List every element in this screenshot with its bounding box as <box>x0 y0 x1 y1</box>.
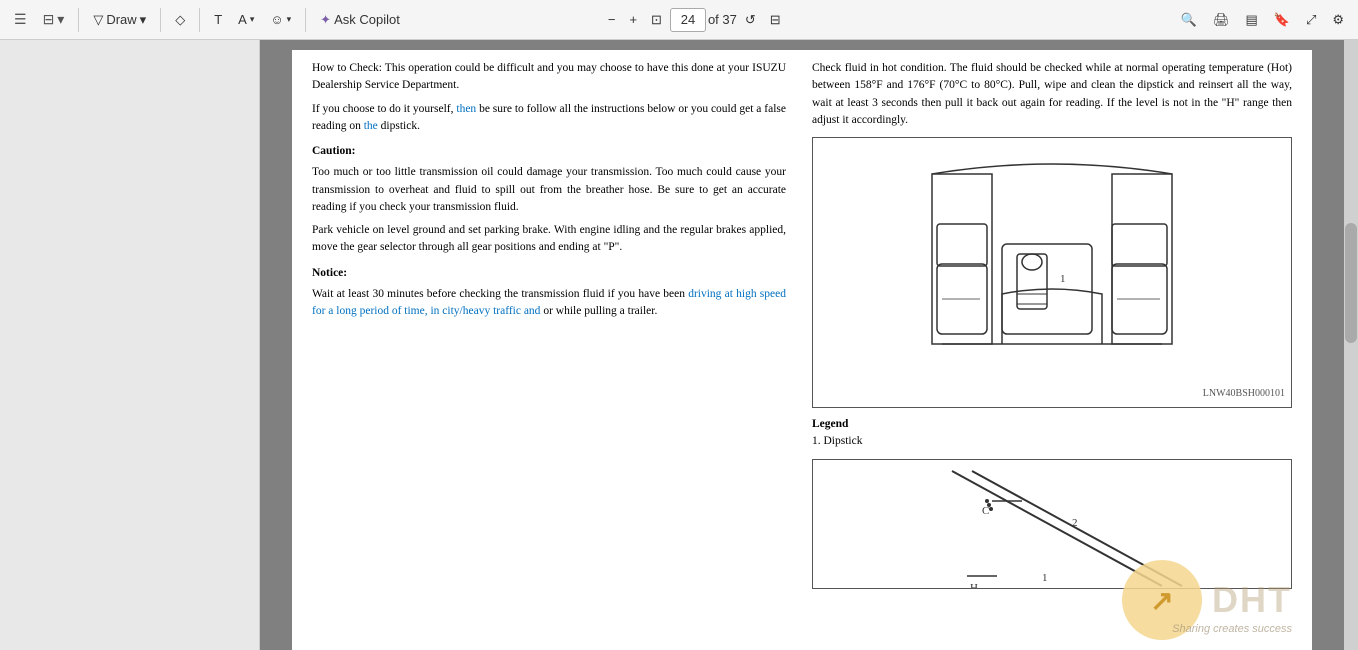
how-to-check-para: How to Check: This operation could be di… <box>312 60 786 95</box>
emoji-chevron-icon: ▾ <box>287 14 292 25</box>
watermark-dht-text: DHT <box>1212 579 1292 620</box>
menu-button[interactable]: ☰ <box>8 6 33 34</box>
page-total-label: of 37 <box>708 12 737 27</box>
layout-button[interactable]: ▤ <box>1239 6 1263 34</box>
notice-text: Wait at least 30 minutes before checking… <box>312 286 786 321</box>
zoom-minus-button[interactable]: − <box>602 6 622 34</box>
legend-section: Legend 1. Dipstick <box>812 416 1292 451</box>
zoom-minus-icon: − <box>608 12 616 27</box>
fit-page-button[interactable]: ⊡ <box>645 6 668 34</box>
settings-button[interactable]: ⚙ <box>1326 6 1350 34</box>
eraser-button[interactable]: ◇ <box>169 6 191 34</box>
figure-1-label: LNW40BSH000101 <box>819 386 1285 401</box>
pdf-viewer[interactable]: How to Check: This operation could be di… <box>260 40 1344 650</box>
chevron-down-icon: ▾ <box>57 11 64 28</box>
bookmark-icon: ⊟ <box>43 11 55 28</box>
check-fluid-para: Check fluid in hot condition. The fluid … <box>812 60 1292 129</box>
divider3 <box>199 8 200 32</box>
watermark: ↗ DHT Sharing creates success <box>1122 560 1292 640</box>
settings-icon: ⚙ <box>1332 12 1344 28</box>
emoji-icon: ☺ <box>270 12 283 27</box>
divider4 <box>305 8 306 32</box>
print-button[interactable]: 🖨 <box>1207 6 1236 34</box>
search-icon: 🔍 <box>1181 12 1197 28</box>
rotate-button[interactable]: ↺ <box>739 6 762 34</box>
rotate-icon: ↺ <box>745 12 756 28</box>
font-chevron-icon: ▾ <box>250 14 255 25</box>
divider2 <box>160 8 161 32</box>
watermark-slogan: Sharing creates success <box>1172 623 1292 635</box>
sidebar-left <box>0 40 260 650</box>
notice-title: Notice: <box>312 265 786 282</box>
notice-blue1: driving at high speed for a long period … <box>312 288 786 317</box>
copilot-button[interactable]: ✦ Ask Copilot <box>314 6 406 34</box>
then-highlight: then <box>456 103 476 115</box>
divider1 <box>78 8 79 32</box>
zoom-plus-icon: + <box>629 12 637 27</box>
filter-icon: ▽ <box>93 12 103 28</box>
eraser-icon: ◇ <box>175 12 185 28</box>
bookmark-button[interactable]: ⊟ ▾ <box>37 6 71 34</box>
draw-chevron-icon: ▾ <box>140 12 147 28</box>
copilot-icon: ✦ <box>320 12 331 28</box>
svg-text:2: 2 <box>1072 517 1078 529</box>
the-highlight: the <box>364 120 378 132</box>
legend-item-1: 1. Dipstick <box>812 433 1292 450</box>
menu-icon: ☰ <box>14 11 27 28</box>
text-icon: T <box>214 12 222 27</box>
pdf-left-column: How to Check: This operation could be di… <box>292 50 802 650</box>
main-area: How to Check: This operation could be di… <box>0 40 1358 650</box>
if-you-choose-para: If you choose to do it yourself, then be… <box>312 101 786 136</box>
zoom-plus-button[interactable]: + <box>623 6 643 34</box>
watermark-arrow-icon: ↗ <box>1150 584 1173 617</box>
text-button[interactable]: T <box>208 6 228 34</box>
caution-text: Too much or too little transmission oil … <box>312 164 786 216</box>
page-navigation: − + ⊡ of 37 ↺ ⊟ <box>602 6 787 34</box>
draw-label: Draw <box>106 12 136 27</box>
scrollbar-thumb[interactable] <box>1345 223 1357 343</box>
svg-text:H: H <box>970 582 978 589</box>
bookmark3-icon: ⊟ <box>770 12 781 28</box>
filter-button[interactable]: ▽ Draw ▾ <box>87 6 152 34</box>
page-number-input[interactable] <box>670 8 706 32</box>
save-button[interactable]: 🔖 <box>1268 6 1296 34</box>
legend-title: Legend <box>812 416 1292 433</box>
svg-text:1: 1 <box>1042 572 1048 584</box>
toolbar: ☰ ⊟ ▾ ▽ Draw ▾ ◇ T A ▾ ☺ ▾ ✦ Ask Copilot… <box>0 0 1358 40</box>
layout-icon: ▤ <box>1245 12 1257 28</box>
fullscreen-button[interactable]: ⤢ <box>1300 6 1322 34</box>
print-icon: 🖨 <box>1213 12 1230 28</box>
font-icon: A <box>238 12 247 27</box>
figure-1-svg: 1 <box>912 144 1192 384</box>
caution-title: Caution: <box>312 143 786 160</box>
fit-icon: ⊡ <box>651 12 662 28</box>
emoji-button[interactable]: ☺ ▾ <box>264 6 297 34</box>
search-button[interactable]: 🔍 <box>1175 6 1203 34</box>
toolbar-right: 🔍 🖨 ▤ 🔖 ⤢ ⚙ <box>1175 6 1350 34</box>
fullscreen-icon: ⤢ <box>1306 12 1316 28</box>
park-vehicle-para: Park vehicle on level ground and set par… <box>312 222 786 257</box>
pdf-page: How to Check: This operation could be di… <box>292 50 1312 650</box>
svg-text:1: 1 <box>1060 273 1066 285</box>
save-icon: 🔖 <box>1274 12 1290 28</box>
figure-1-box: 1 <box>812 137 1292 408</box>
bookmark3-button[interactable]: ⊟ <box>764 6 787 34</box>
scrollbar[interactable] <box>1344 40 1358 650</box>
copilot-label: Ask Copilot <box>334 12 400 27</box>
font-button[interactable]: A ▾ <box>232 6 260 34</box>
